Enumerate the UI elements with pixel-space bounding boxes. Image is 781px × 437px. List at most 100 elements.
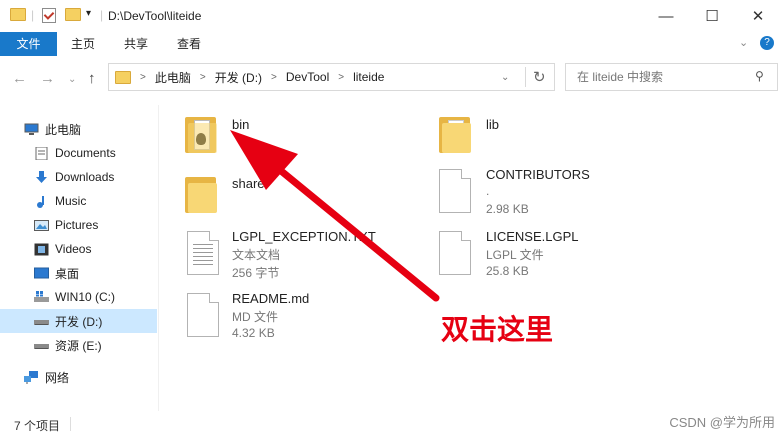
pictures-icon — [34, 219, 49, 231]
file-icon — [187, 293, 219, 337]
tab-file[interactable]: 文件 — [0, 32, 57, 56]
folder-icon — [115, 70, 131, 84]
folder-icon — [439, 115, 471, 153]
file-icon — [439, 169, 471, 213]
recent-locations-icon[interactable]: ⌄ — [68, 74, 76, 85]
file-icon — [439, 231, 471, 275]
file-item-contributors[interactable]: CONTRIBUTORS . 2.98 KB — [439, 167, 659, 221]
sidebar-item-desktop[interactable]: 桌面 — [0, 261, 157, 285]
folder-icon — [185, 115, 217, 153]
search-box[interactable]: ⚲ — [565, 63, 778, 91]
file-item-license[interactable]: LICENSE.LGPL LGPL 文件 25.8 KB — [439, 229, 659, 283]
ribbon: 文件 主页 共享 查看 ⌄ ? — [0, 32, 781, 57]
chevron-down-icon[interactable]: ⌄ — [739, 36, 748, 49]
sidebar-item-pictures[interactable]: Pictures — [0, 213, 157, 237]
divider: | — [31, 8, 35, 22]
documents-icon — [35, 146, 48, 160]
breadcrumb-this-pc[interactable]: 此电脑 — [155, 69, 191, 86]
up-icon[interactable]: ↑ — [88, 70, 96, 87]
file-name: LICENSE.LGPL — [486, 229, 579, 244]
customize-quick-access-icon[interactable]: ▾ — [86, 8, 91, 19]
breadcrumb-separator[interactable]: > — [200, 72, 206, 83]
search-icon[interactable]: ⚲ — [755, 69, 764, 83]
network-icon — [24, 370, 38, 384]
navigation-pane: 此电脑 Documents Downloads Music Pictures V… — [0, 105, 159, 411]
forward-icon[interactable]: → — [40, 70, 55, 87]
sidebar-item-label: 资源 (E:) — [55, 338, 102, 353]
sidebar-item-label: 桌面 — [55, 266, 80, 281]
item-count: 7 个项目 — [14, 419, 61, 433]
title-bar: | ▾ | D:\DevTool\liteide — ☐ ✕ — [0, 0, 781, 32]
file-size: 2.98 KB — [486, 202, 529, 216]
sidebar-item-label: 此电脑 — [45, 122, 82, 137]
file-size: 256 字节 — [232, 266, 280, 280]
window-title: D:\DevTool\liteide — [108, 9, 202, 23]
sidebar-item-documents[interactable]: Documents — [0, 141, 157, 165]
sidebar-item-drive-e[interactable]: 资源 (E:) — [0, 333, 157, 357]
breadcrumb-separator[interactable]: > — [140, 72, 146, 83]
sidebar-item-music[interactable]: Music — [0, 189, 157, 213]
tab-share[interactable]: 共享 — [116, 32, 156, 56]
text-document-icon — [187, 231, 219, 275]
file-item-lgpl-exception[interactable]: LGPL_EXCEPTION.TXT 文本文档 256 字节 — [185, 229, 425, 283]
breadcrumb-separator[interactable]: > — [338, 72, 344, 83]
sidebar-item-label: 网络 — [45, 370, 70, 385]
breadcrumb-separator[interactable]: > — [271, 72, 277, 83]
file-size: 4.32 KB — [232, 326, 275, 340]
sidebar-item-drive-c[interactable]: WIN10 (C:) — [0, 285, 157, 309]
sidebar-item-network[interactable]: 网络 — [0, 365, 157, 389]
search-input[interactable] — [575, 64, 749, 90]
help-icon[interactable]: ? — [760, 36, 774, 50]
sidebar-item-label: WIN10 (C:) — [55, 290, 115, 304]
desktop-icon — [34, 267, 49, 278]
sidebar-item-drive-d[interactable]: 开发 (D:) — [0, 309, 157, 333]
chevron-down-icon[interactable]: ⌄ — [501, 72, 509, 83]
computer-icon — [24, 123, 39, 135]
divider — [525, 67, 526, 87]
music-icon — [37, 195, 44, 208]
breadcrumb-liteide[interactable]: liteide — [353, 70, 384, 84]
minimize-button[interactable]: — — [643, 0, 689, 32]
divider: | — [100, 8, 104, 22]
file-item-readme[interactable]: README.md MD 文件 4.32 KB — [185, 291, 405, 345]
maximize-button[interactable]: ☐ — [689, 0, 735, 32]
new-folder-icon[interactable] — [65, 8, 81, 21]
file-name: lib — [486, 117, 500, 132]
file-type: . — [486, 184, 490, 198]
tab-home[interactable]: 主页 — [63, 32, 103, 56]
videos-icon — [34, 243, 49, 255]
breadcrumb-devtool[interactable]: DevTool — [286, 70, 329, 84]
file-name: README.md — [232, 291, 310, 306]
downloads-icon — [36, 170, 47, 183]
sidebar-item-this-pc[interactable]: 此电脑 — [0, 117, 157, 141]
sidebar-item-videos[interactable]: Videos — [0, 237, 157, 261]
file-type: 文本文档 — [232, 248, 281, 262]
tab-view[interactable]: 查看 — [169, 32, 209, 56]
watermark: CSDN @学为所用 — [669, 415, 775, 430]
drive-icon — [34, 319, 49, 325]
file-size: 25.8 KB — [486, 264, 529, 278]
breadcrumb-drive-d[interactable]: 开发 (D:) — [215, 69, 262, 86]
file-item-share[interactable]: share — [185, 173, 405, 221]
file-name: CONTRIBUTORS — [486, 167, 590, 182]
back-icon[interactable]: ← — [12, 70, 27, 87]
file-name: bin — [232, 117, 250, 132]
sidebar-item-downloads[interactable]: Downloads — [0, 165, 157, 189]
annotation-label: 双击这里 — [441, 314, 554, 345]
drive-icon — [34, 290, 49, 302]
file-item-lib[interactable]: lib — [439, 115, 659, 163]
sidebar-item-label: Documents — [55, 146, 116, 160]
sidebar-item-label: Downloads — [55, 170, 115, 184]
properties-icon[interactable] — [42, 8, 56, 23]
file-name: share — [232, 176, 265, 191]
close-button[interactable]: ✕ — [735, 0, 781, 32]
refresh-icon[interactable]: ↻ — [533, 68, 546, 86]
folder-icon — [185, 175, 217, 213]
sidebar-item-label: 开发 (D:) — [55, 314, 103, 329]
file-type: LGPL 文件 — [486, 248, 544, 262]
status-bar: 7 个项目 — [0, 412, 781, 437]
file-list: bin lib share CONTRIBUTORS . 2.98 KB LGP… — [159, 105, 781, 411]
file-item-bin[interactable]: bin — [185, 115, 405, 163]
address-bar[interactable]: > 此电脑 > 开发 (D:) > DevTool > liteide ⌄ ↻ — [108, 63, 555, 91]
divider — [70, 417, 71, 431]
